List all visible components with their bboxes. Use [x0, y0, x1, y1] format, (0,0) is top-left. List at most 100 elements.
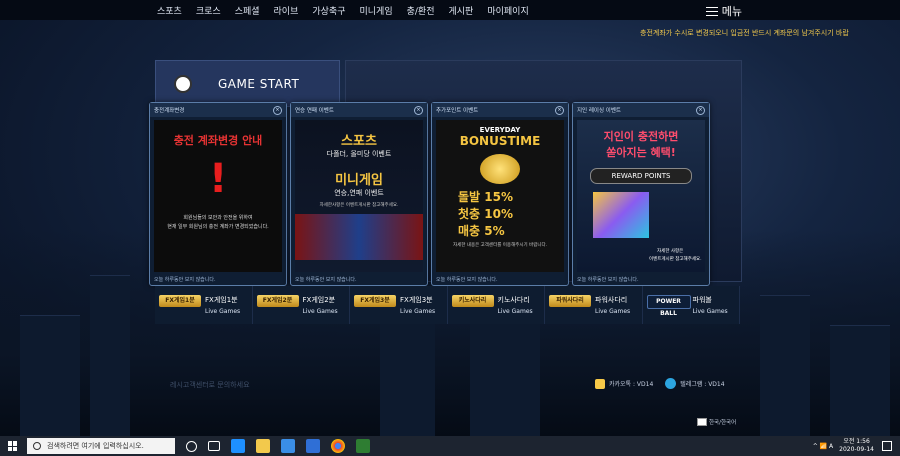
dismiss-today-link[interactable]: 오늘 하루동안 보지 않습니다.	[577, 276, 639, 283]
popup-headline: 충전 계좌변경 안내	[173, 134, 263, 147]
clock-date: 2020-09-14	[839, 446, 874, 453]
windows-start-icon[interactable]	[8, 441, 18, 451]
menu-label: 메뉴	[721, 5, 742, 18]
clock[interactable]: 오전 1:56 2020-09-14	[839, 438, 874, 454]
nav-item-deposit[interactable]: 충/환전	[407, 4, 435, 17]
contact-info: 카카오톡 : VD14 텔레그램 : VD14	[595, 378, 725, 389]
search-icon	[33, 442, 41, 450]
nav-item-minigame[interactable]: 미니게임	[360, 4, 393, 17]
file-explorer-icon[interactable]	[256, 439, 270, 453]
game-sub: Live Games	[497, 308, 533, 315]
game-name: 파워볼	[692, 296, 712, 304]
game-start-button[interactable]: GAME START	[155, 60, 340, 107]
top-navigation: 스포츠 크로스 스페셜 라이브 가상축구 미니게임 충/환전 게시판 마이페이지…	[0, 0, 900, 20]
hamburger-icon	[705, 6, 718, 16]
popup-headline: BONUSTIME	[459, 134, 541, 148]
store-icon[interactable]	[281, 439, 295, 453]
game-sub: Live Games	[595, 308, 631, 315]
popup-line: EVERYDAY	[479, 126, 521, 134]
game-sub: Live Games	[692, 308, 728, 315]
nav-item-sports[interactable]: 스포츠	[157, 4, 182, 17]
nav-item-special[interactable]: 스페셜	[235, 4, 260, 17]
kakaotalk-icon	[595, 378, 605, 389]
game-sub: Live Games	[302, 308, 338, 315]
game-logo: FX게임1분	[159, 295, 201, 307]
popup-line: 자세한 사항은	[657, 249, 684, 254]
game-logo: 키노사다리	[451, 295, 494, 307]
popup-line: 이벤트게시판 참고해주세요.	[649, 257, 702, 262]
search-placeholder: 검색하려면 여기에 입력하십시오.	[47, 442, 144, 450]
app-icon[interactable]	[356, 439, 370, 453]
nav-item-cross[interactable]: 크로스	[196, 4, 221, 17]
game-sub: Live Games	[400, 308, 436, 315]
notification-icon[interactable]	[882, 441, 892, 451]
game-fx2[interactable]: FX게임2분 FX게임2분 Live Games	[252, 286, 350, 324]
system-tray: ^ 📶 A 오전 1:56 2020-09-14	[813, 436, 900, 456]
popup-image: 스포츠 다폴더, 올미당 이벤트 미니게임 연승,연패 이벤트 자세한사항은 이…	[295, 120, 423, 272]
game-name: 파워사다리	[595, 296, 628, 304]
game-fx1[interactable]: FX게임1분 FX게임1분 Live Games	[155, 286, 253, 324]
close-icon[interactable]: ×	[273, 105, 282, 115]
cortana-icon[interactable]	[186, 440, 197, 452]
nav-item-mypage[interactable]: 마이페이지	[487, 4, 528, 17]
menu-button[interactable]: 메뉴	[705, 3, 742, 19]
close-icon[interactable]: ×	[555, 105, 564, 115]
clock-time: 오전 1:56	[843, 438, 870, 445]
popup-account-change: 충전계좌변경 × 충전 계좌변경 안내 ! 회원님들의 보안과 안전을 위하여 현…	[149, 102, 287, 286]
popup-headline: 지인이 충전하면	[603, 130, 679, 143]
soccer-ball-icon	[174, 74, 192, 93]
game-start-label: GAME START	[218, 76, 300, 91]
game-power-ladder[interactable]: 파워사다리 파워사다리 Live Games	[545, 286, 643, 324]
dismiss-today-link[interactable]: 오늘 하루동안 보지 않습니다.	[295, 276, 357, 283]
korea-flag-icon	[697, 418, 707, 426]
chrome-icon[interactable]	[331, 439, 345, 453]
nav-item-board[interactable]: 게시판	[449, 4, 474, 17]
players-image	[295, 214, 423, 260]
game-name: FX게임3분	[400, 296, 433, 304]
popup-title: 추가포인트 이벤트	[436, 108, 479, 114]
game-powerball[interactable]: POWER BALL 파워볼 Live Games	[642, 286, 740, 324]
popup-image: 충전 계좌변경 안내 ! 회원님들의 보안과 안전을 위하여 현재 일부 회원님…	[154, 120, 282, 272]
taskbar-search-box[interactable]: 검색하려면 여기에 입력하십시오.	[27, 438, 175, 454]
reward-points-badge: REWARD POINTS	[590, 168, 692, 184]
nav-item-live[interactable]: 라이브	[274, 4, 299, 17]
language-label: 한국/한국어	[709, 420, 737, 426]
notice-ticker: 충전계좌가 수시로 변경되오니 입금전 반드시 계좌문의 남겨주시기 바랍	[640, 29, 849, 37]
dismiss-today-link[interactable]: 오늘 하루동안 보지 않습니다.	[436, 276, 498, 283]
game-sub: Live Games	[205, 308, 241, 315]
live-games-bar: FX게임1분 FX게임1분 Live Games FX게임2분 FX게임2분 Live …	[155, 286, 740, 324]
kakao-id[interactable]: 카카오톡 : VD14	[609, 379, 653, 388]
popup-line: 돌발 15%	[458, 190, 513, 204]
exclamation-icon: !	[209, 156, 228, 202]
telegram-id[interactable]: 텔레그램 : VD14	[680, 379, 724, 388]
dismiss-today-link[interactable]: 오늘 하루동안 보지 않습니다.	[154, 276, 216, 283]
close-icon[interactable]: ×	[414, 105, 423, 115]
game-logo: POWER BALL	[646, 295, 691, 317]
mail-icon[interactable]	[306, 439, 320, 453]
tray-icons[interactable]: ^ 📶 A	[813, 443, 833, 450]
popup-line: 회원님들의 보안과 안전을 위하여	[183, 215, 253, 221]
faded-footer-text: 레시고객센터로 문의하세요	[170, 381, 250, 389]
telegram-icon	[665, 378, 677, 389]
popup-headline: 스포츠	[341, 134, 377, 149]
popup-title: 연승 연패 이벤트	[295, 108, 334, 114]
close-icon[interactable]: ×	[696, 105, 705, 115]
game-logo: FX게임3분	[354, 295, 396, 307]
game-keno-ladder[interactable]: 키노사다리 키노사다리 Live Games	[447, 286, 545, 324]
gifts-image	[593, 192, 649, 238]
popup-title: 지인 레이싱 이벤트	[577, 108, 621, 114]
popup-line: 첫충 10%	[458, 207, 513, 221]
popup-headline: 쏟아지는 혜택!	[606, 146, 676, 159]
nav-item-virtual-soccer[interactable]: 가상축구	[312, 4, 345, 17]
game-fx3[interactable]: FX게임3분 FX게임3분 Live Games	[350, 286, 448, 324]
task-view-icon[interactable]	[208, 441, 220, 451]
popup-image: 지인이 충전하면 쏟아지는 혜택! REWARD POINTS 자세한 사항은 …	[577, 120, 705, 272]
popup-headline: 미니게임	[335, 173, 383, 188]
popup-line: 다폴더, 올미당 이벤트	[326, 150, 392, 158]
language-selector[interactable]: 한국/한국어	[697, 418, 736, 426]
popup-line: 연승,연패 이벤트	[334, 189, 384, 197]
popup-referral-event: 지인 레이싱 이벤트 × 지인이 충전하면 쏟아지는 혜택! REWARD POI…	[572, 102, 710, 286]
popup-title: 충전계좌변경	[154, 108, 185, 114]
popup-image: EVERYDAY BONUSTIME 돌발 15% 첫충 10% 매충 5% 자…	[436, 120, 564, 272]
edge-icon[interactable]	[231, 439, 245, 453]
